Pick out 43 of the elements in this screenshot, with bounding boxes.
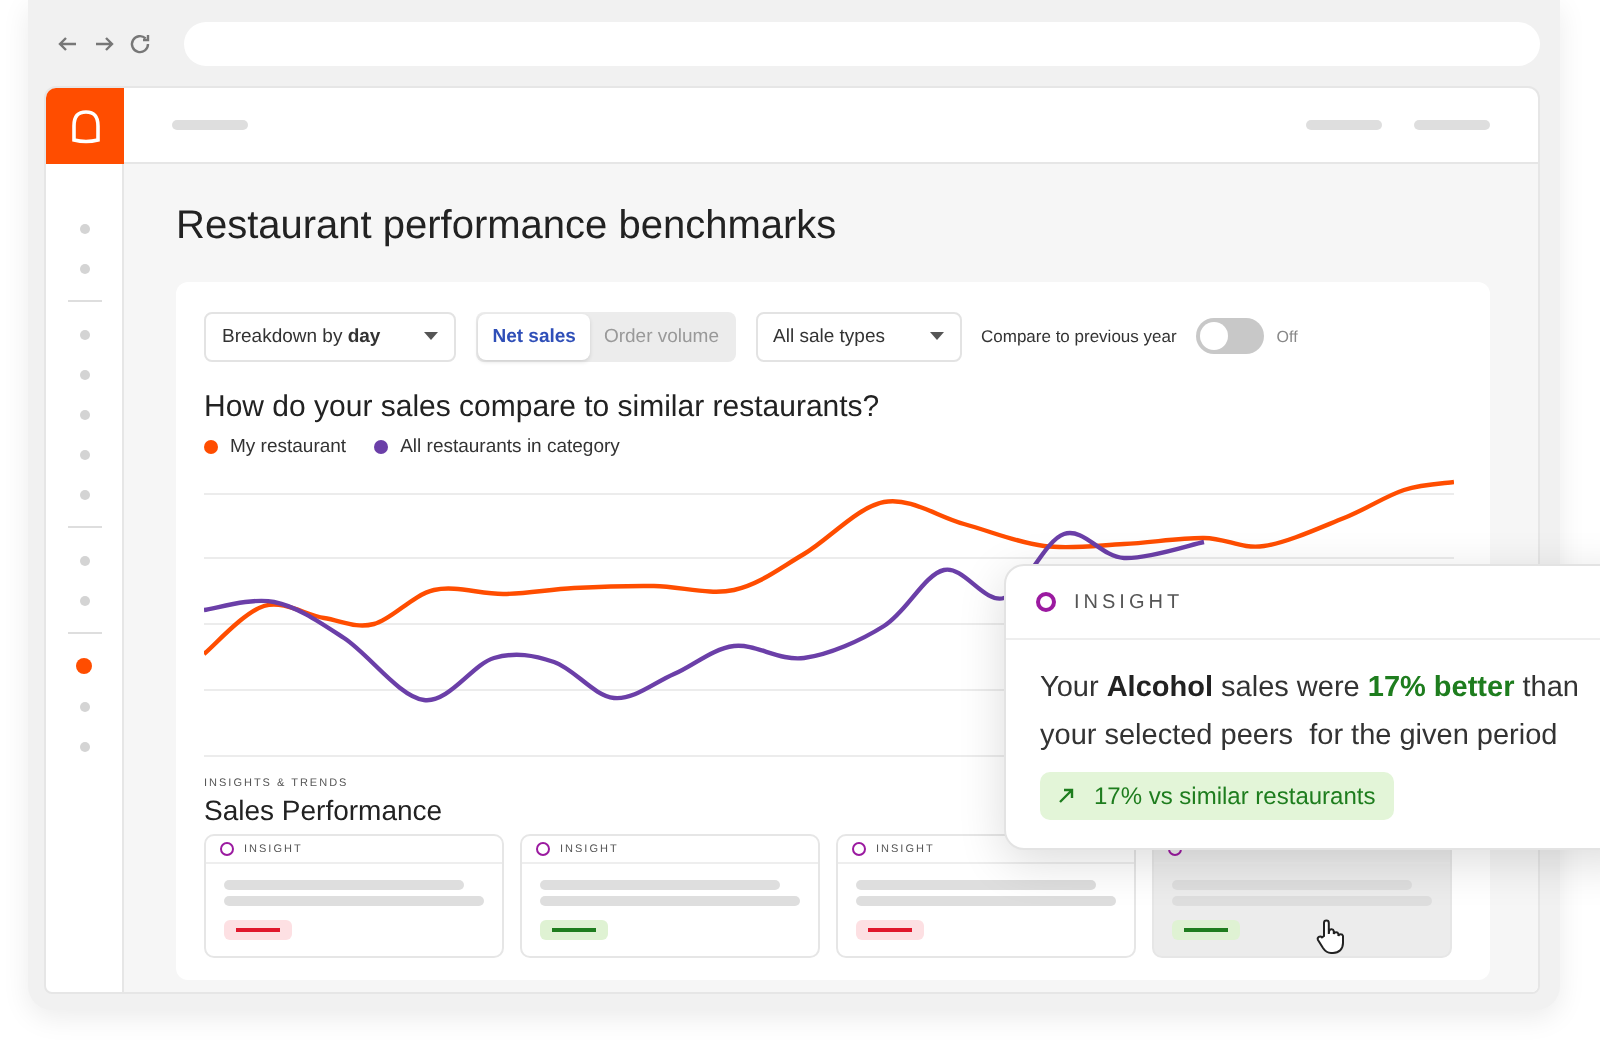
switch-state: Off xyxy=(1276,327,1298,345)
ring-icon xyxy=(852,842,866,856)
compare-label: Compare to previous year xyxy=(981,326,1177,346)
sidebar-item[interactable] xyxy=(76,658,92,674)
ring-icon xyxy=(1036,592,1056,612)
compare-switch[interactable] xyxy=(1196,318,1265,354)
chart-question: How do your sales compare to similar restaurants? xyxy=(204,390,882,424)
sidebar-item[interactable] xyxy=(79,489,89,499)
caret-icon xyxy=(929,332,943,340)
sidebar-item[interactable] xyxy=(79,555,89,565)
section-title: Sales Performance xyxy=(204,794,443,826)
sale-types-dropdown[interactable]: All sale types xyxy=(755,311,961,361)
legend-label: All restaurants in category xyxy=(400,436,620,458)
sidebar-item[interactable] xyxy=(79,409,89,419)
app-logo[interactable] xyxy=(46,88,124,164)
sidebar-item[interactable] xyxy=(79,595,89,605)
insight-message: Your Alcohol sales were 17% better than your selected peers for the given period xyxy=(1040,670,1581,756)
sidebar-item[interactable] xyxy=(79,263,89,273)
forward-icon[interactable] xyxy=(92,31,116,55)
ring-icon xyxy=(220,842,234,856)
insight-label: INSIGHT xyxy=(1074,591,1184,613)
sidebar-item[interactable] xyxy=(79,741,89,751)
hand-cursor-icon xyxy=(1314,918,1346,954)
sidebar-item[interactable] xyxy=(79,329,89,339)
page-title: Restaurant performance benchmarks xyxy=(176,204,839,250)
sidebar-item[interactable] xyxy=(79,449,89,459)
sidebar-item[interactable] xyxy=(79,701,89,711)
trend-pill xyxy=(224,920,292,940)
back-icon[interactable] xyxy=(56,31,80,55)
trend-pill xyxy=(540,920,608,940)
trend-pill xyxy=(1172,920,1240,940)
breakdown-dropdown[interactable]: Breakdown by day xyxy=(204,311,457,361)
sidebar-item[interactable] xyxy=(79,369,89,379)
sidebar-item[interactable] xyxy=(79,223,89,233)
comparison-badge: 17% vs similar restaurants xyxy=(1040,772,1394,820)
ring-icon xyxy=(536,842,550,856)
trend-pill xyxy=(856,920,924,940)
metric-tab[interactable]: Net sales xyxy=(478,313,590,359)
arrow-up-right-icon xyxy=(1058,788,1074,804)
legend-label: My restaurant xyxy=(230,436,347,458)
reload-icon[interactable] xyxy=(128,31,152,55)
caret-icon xyxy=(424,332,439,340)
logo-icon xyxy=(67,108,103,144)
